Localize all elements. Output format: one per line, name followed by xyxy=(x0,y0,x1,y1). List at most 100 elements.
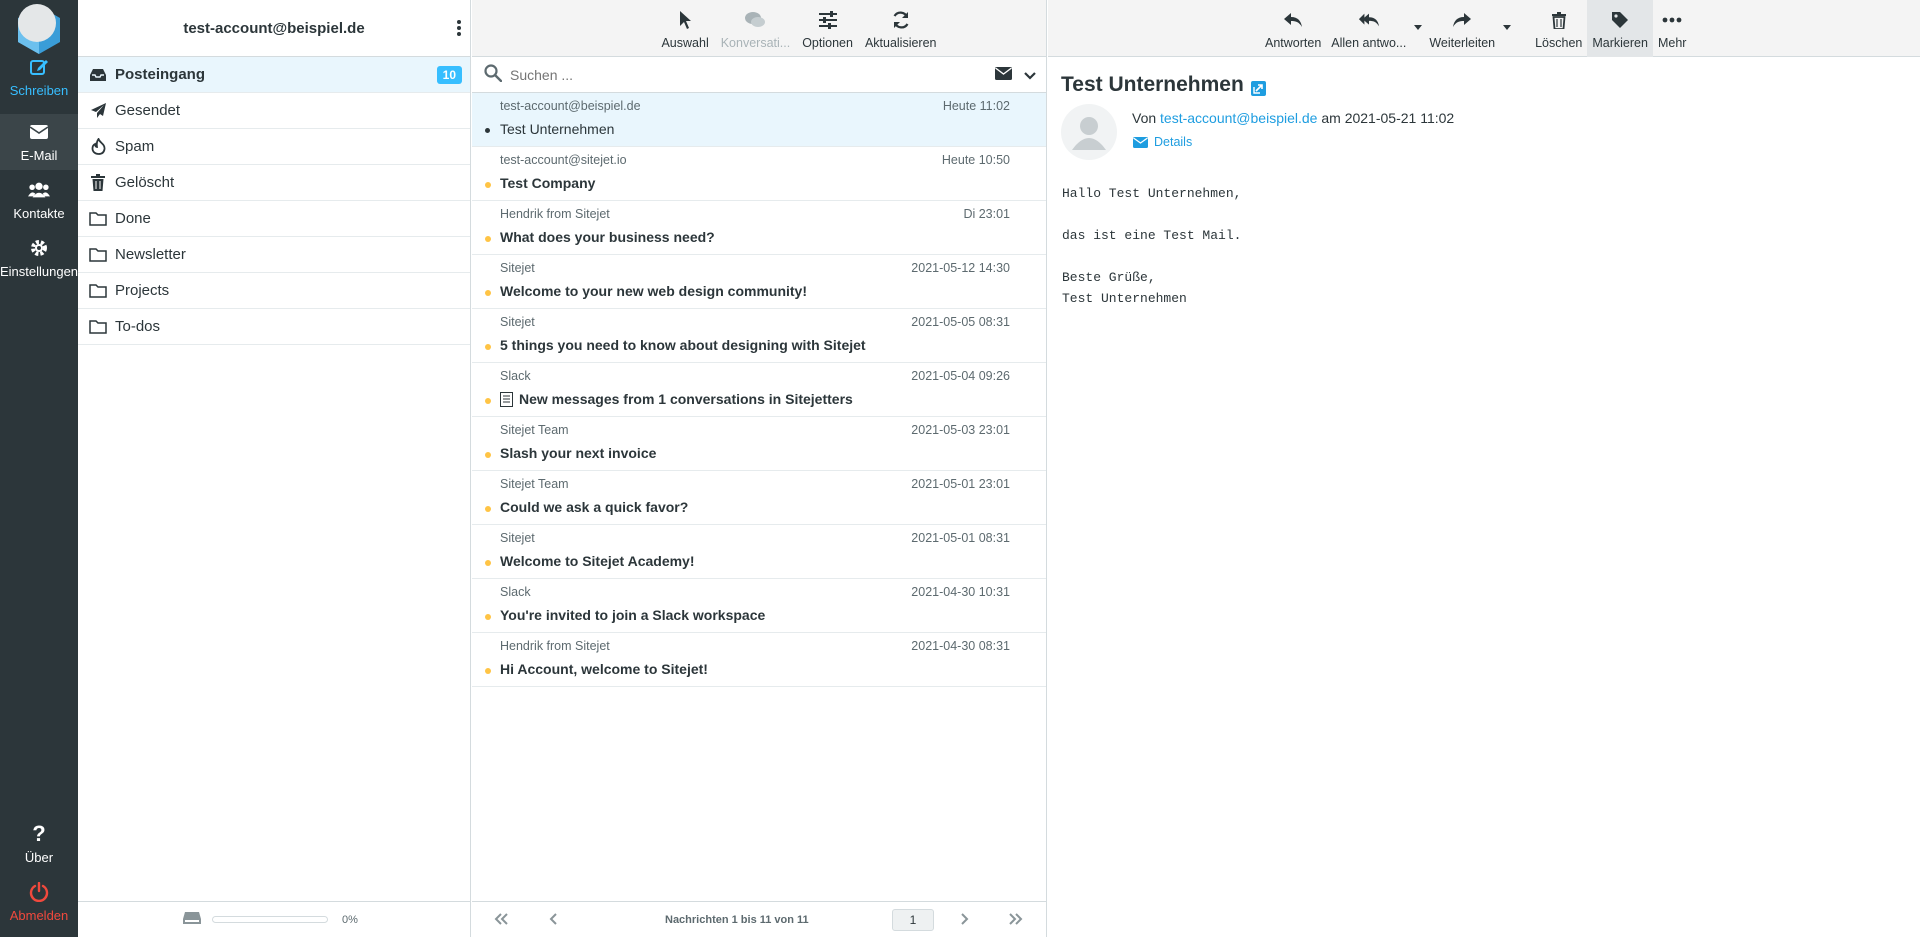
pagination-text: Nachrichten 1 bis 11 von 11 xyxy=(665,914,809,926)
message-list-item[interactable]: Hendrik from Sitejet 2021-04-30 08:31 Hi A… xyxy=(472,633,1046,687)
nav-logout[interactable]: Abmelden xyxy=(0,874,78,930)
message-subject: New messages from 1 conversations in Sit… xyxy=(500,391,853,407)
message-subject-text: Slash your next invoice xyxy=(500,445,657,461)
message-list-item[interactable]: Hendrik from Sitejet Di 23:01 What does yo… xyxy=(472,201,1046,255)
fire-icon xyxy=(89,138,107,156)
first-page-icon[interactable] xyxy=(493,912,509,929)
refresh-icon xyxy=(890,9,912,31)
message-subject: Hi Account, welcome to Sitejet! xyxy=(500,661,708,677)
message-date: 2021-04-30 10:31 xyxy=(911,585,1010,599)
folder-icon xyxy=(89,210,107,228)
message-header: Von test-account@beispiel.de am 2021-05-… xyxy=(1132,110,1454,126)
reply-all-button[interactable]: Allen antwo... xyxy=(1326,0,1411,57)
message-subject: What does your business need? xyxy=(500,229,715,245)
message-list-item[interactable]: Slack 2021-05-04 09:26 New messages from 1… xyxy=(472,363,1046,417)
message-subject: Test Company xyxy=(500,175,595,191)
forward-dropdown-icon[interactable] xyxy=(1500,0,1516,56)
unread-dot xyxy=(485,614,491,620)
nav-compose-label: Schreiben xyxy=(9,83,69,98)
message-list-item[interactable]: Sitejet Team 2021-05-03 23:01 Slash your n… xyxy=(472,417,1046,471)
folder-done[interactable]: Done xyxy=(78,201,470,237)
message-subject: Welcome to your new web design community… xyxy=(500,283,807,299)
open-in-new-window-icon[interactable] xyxy=(1250,78,1266,96)
search-input[interactable] xyxy=(510,66,950,83)
threads-button[interactable]: Konversati... xyxy=(715,0,796,57)
forward-button[interactable]: Weiterleiten xyxy=(1427,0,1500,57)
message-list-item[interactable]: Sitejet 2021-05-05 08:31 5 things you need… xyxy=(472,309,1046,363)
reply-icon xyxy=(1282,9,1304,31)
folder-inbox[interactable]: Posteingang 10 xyxy=(78,57,470,93)
message-list-item[interactable]: Sitejet 2021-05-01 08:31 Welcome to Siteje… xyxy=(472,525,1046,579)
previous-page-icon[interactable] xyxy=(549,912,559,929)
last-page-icon[interactable] xyxy=(1008,912,1024,929)
message-list-item[interactable]: Sitejet 2021-05-12 14:30 Welcome to your n… xyxy=(472,255,1046,309)
unread-dot xyxy=(485,344,491,350)
message-subject-text: 5 things you need to know about designin… xyxy=(500,337,866,353)
nav-contacts-label: Kontakte xyxy=(13,206,65,221)
unread-dot xyxy=(485,668,491,674)
folder-todos[interactable]: To-dos xyxy=(78,309,470,345)
message-date: Heute 11:02 xyxy=(942,99,1010,113)
search-scope-envelope-icon[interactable] xyxy=(995,67,1012,83)
message-list-item[interactable]: Slack 2021-04-30 10:31 You're invited to j… xyxy=(472,579,1046,633)
message-date: Heute 10:50 xyxy=(941,153,1010,167)
question-icon: ? xyxy=(32,821,46,846)
folder-label: Newsletter xyxy=(115,246,186,263)
folder-projects[interactable]: Projects xyxy=(78,273,470,309)
date-prefix: am xyxy=(1321,110,1341,126)
refresh-button[interactable]: Aktualisieren xyxy=(859,0,943,57)
message-sender: Slack xyxy=(500,585,531,599)
delete-button[interactable]: Löschen xyxy=(1530,0,1587,57)
folder-icon xyxy=(89,318,107,336)
more-button[interactable]: Mehr xyxy=(1653,0,1691,57)
details-link[interactable]: Details xyxy=(1133,135,1192,149)
quota-percent: 0% xyxy=(342,913,358,926)
message-subject-text: Welcome to your new web design community… xyxy=(500,283,808,299)
nav-about-label: Über xyxy=(24,850,54,865)
message-list-item[interactable]: Sitejet Team 2021-05-01 23:01 Could we ask… xyxy=(472,471,1046,525)
more-label: Mehr xyxy=(1657,36,1687,50)
select-label: Auswahl xyxy=(661,36,709,50)
nav-contacts[interactable]: Kontakte xyxy=(0,172,78,228)
reply-all-dropdown-icon[interactable] xyxy=(1411,0,1427,56)
nav-compose[interactable]: Schreiben xyxy=(0,49,78,105)
next-page-icon[interactable] xyxy=(959,912,969,929)
details-label: Details xyxy=(1154,135,1193,149)
folder-trash[interactable]: Gelöscht xyxy=(78,165,470,201)
options-button[interactable]: Optionen xyxy=(796,0,859,57)
search-bar xyxy=(472,57,1046,93)
app-logo[interactable] xyxy=(10,2,68,56)
folder-label: Gesendet xyxy=(115,102,181,119)
mark-button[interactable]: Markieren xyxy=(1587,0,1653,57)
search-icon xyxy=(484,64,503,85)
unread-dot xyxy=(485,560,491,566)
users-icon xyxy=(28,179,50,201)
unread-dot xyxy=(485,398,491,404)
more-dots-icon xyxy=(1661,9,1683,31)
nav-mail[interactable]: E-Mail xyxy=(0,114,78,170)
read-dot xyxy=(485,128,490,133)
nav-settings[interactable]: Einstellungen xyxy=(0,230,78,286)
sliders-icon xyxy=(817,9,839,31)
folder-menu-button[interactable] xyxy=(456,18,462,38)
folder-sent[interactable]: Gesendet xyxy=(78,93,470,129)
search-options-chevron-icon[interactable] xyxy=(1024,68,1036,84)
reply-button[interactable]: Antworten xyxy=(1260,0,1326,57)
sender-link[interactable]: test-account@beispiel.de xyxy=(1160,110,1317,126)
folder-pane-header: test-account@beispiel.de xyxy=(78,0,470,57)
message-list-item[interactable]: test-account@sitejet.io Heute 10:50 Test C… xyxy=(472,147,1046,201)
nav-about[interactable]: ? Über xyxy=(0,816,78,872)
page-number-input[interactable]: 1 xyxy=(892,909,934,931)
select-button[interactable]: Auswahl xyxy=(655,0,714,57)
reply-all-icon xyxy=(1358,9,1380,31)
message-subject: Welcome to Sitejet Academy! xyxy=(500,553,695,569)
folder-label: Gelöscht xyxy=(115,174,175,191)
pagination-bar: Nachrichten 1 bis 11 von 11 1 xyxy=(472,901,1046,937)
compose-icon xyxy=(28,56,50,78)
message-sender: Slack xyxy=(500,369,531,383)
message-list-item[interactable]: test-account@beispiel.de Heute 11:02 Test … xyxy=(472,93,1046,147)
folder-spam[interactable]: Spam xyxy=(78,129,470,165)
unread-dot xyxy=(485,452,491,458)
folder-newsletter[interactable]: Newsletter xyxy=(78,237,470,273)
message-subject: Slash your next invoice xyxy=(500,445,656,461)
